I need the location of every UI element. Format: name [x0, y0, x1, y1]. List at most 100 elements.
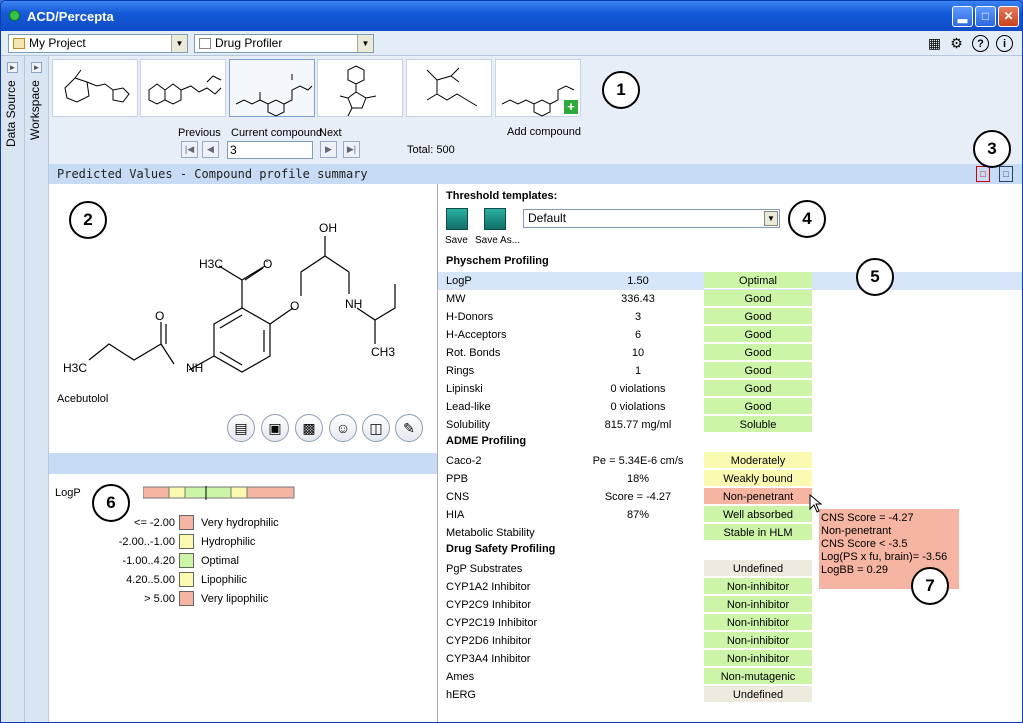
table-row[interactable]: MW 336.43 Good: [438, 290, 1022, 308]
row-value: Pe = 5.34E-6 cm/s: [592, 455, 684, 467]
row-value: 815.77 mg/ml: [604, 419, 672, 431]
open-folder-button[interactable]: ◫: [362, 414, 390, 442]
panel-divider: [49, 453, 437, 474]
molecule-thumbnail-icon: [148, 75, 222, 105]
pencil-button[interactable]: ✎: [395, 414, 423, 442]
chevron-down-icon[interactable]: ▼: [171, 35, 187, 52]
help-icon[interactable]: ?: [972, 35, 989, 52]
callout-4: 4: [788, 200, 826, 238]
table-row[interactable]: H-Donors 3 Good: [438, 308, 1022, 326]
project-select[interactable]: My Project ▼: [8, 34, 188, 53]
tab-data-source[interactable]: ► Data Source: [1, 56, 25, 722]
notebook-button[interactable]: ▩: [295, 414, 323, 442]
table-row[interactable]: CYP2C19 Inhibitor Non-inhibitor: [438, 614, 1022, 632]
compound-thumbnail[interactable]: [406, 59, 492, 117]
row-status-badge: Optimal: [704, 272, 812, 289]
table-row[interactable]: Rot. Bonds 10 Good: [438, 344, 1022, 362]
row-status-badge: Non-penetrant: [704, 488, 812, 505]
app-window: ACD/Percepta ▂ □ ✕ My Project ▼ Drug Pro…: [0, 0, 1023, 723]
save-icon[interactable]: [446, 208, 468, 230]
row-property: Lead-like: [446, 401, 491, 413]
row-property: MW: [446, 293, 466, 305]
compound-thumbnail[interactable]: [140, 59, 226, 117]
previous-label: Previous: [178, 127, 221, 139]
table-row[interactable]: Caco-2 Pe = 5.34E-6 cm/s Moderately permea…: [438, 452, 1022, 485]
legend-range: -2.00..-1.00: [118, 536, 175, 548]
row-value: 0 violations: [610, 383, 666, 395]
current-compound-label: Current compound: [231, 127, 323, 139]
row-property: CYP2C19 Inhibitor: [446, 617, 538, 629]
table-row[interactable]: hERG Undefined: [438, 686, 1022, 704]
expand-icon[interactable]: ►: [31, 62, 42, 73]
table-row[interactable]: H-Acceptors 6 Good: [438, 326, 1022, 344]
table-row[interactable]: Ames Non-mutagenic: [438, 668, 1022, 686]
table-row[interactable]: Solubility 815.77 mg/ml Soluble: [438, 416, 1022, 434]
info-icon[interactable]: i: [996, 35, 1013, 52]
row-status-badge: Non-inhibitor: [704, 632, 812, 649]
next-compound-button[interactable]: ▶: [320, 141, 337, 158]
last-compound-button[interactable]: ▶|: [343, 141, 360, 158]
compound-thumbnail-selected[interactable]: [229, 59, 315, 117]
compound-thumbnail[interactable]: [317, 59, 403, 117]
tab-workspace[interactable]: ► Workspace: [25, 56, 49, 722]
table-row[interactable]: Rings 1 Good: [438, 362, 1022, 380]
table-row[interactable]: CNS Score = -4.27 Non-penetrant: [438, 488, 1022, 506]
row-status-badge: Non-mutagenic: [704, 668, 812, 685]
copy-structure-button[interactable]: ▣: [261, 414, 289, 442]
current-compound-input[interactable]: 3: [227, 141, 313, 159]
template-select[interactable]: Default ▼: [523, 209, 780, 228]
grid-icon: [13, 38, 25, 49]
save-as-button[interactable]: Save As...: [475, 235, 520, 246]
row-property: Rings: [446, 365, 475, 377]
row-value: 10: [631, 347, 645, 359]
row-property: H-Donors: [446, 311, 494, 323]
save-button[interactable]: Save: [445, 235, 468, 246]
calculator-icon[interactable]: ▦: [926, 35, 943, 52]
table-row[interactable]: PPB 18% Weakly bound: [438, 470, 1022, 488]
row-status-badge: Stable in HLM: [704, 524, 812, 541]
row-value: 1.50: [627, 275, 649, 287]
section-safety-title: Drug Safety Profiling: [446, 543, 556, 555]
maximize-button[interactable]: □: [975, 6, 996, 27]
row-status-badge: Good: [704, 362, 812, 379]
section-title: Predicted Values - Compound profile summ…: [57, 167, 368, 181]
minimize-button[interactable]: ▂: [952, 6, 973, 27]
chevron-down-icon[interactable]: ▼: [357, 35, 373, 52]
paste-structure-button[interactable]: ▤: [227, 414, 255, 442]
table-row[interactable]: CYP2D6 Inhibitor Non-inhibitor: [438, 632, 1022, 650]
tab-workspace-label: Workspace: [28, 80, 42, 140]
pdf-export-icon[interactable]: □: [976, 166, 990, 182]
tooltip-line: CNS Score < -3.5: [821, 538, 908, 550]
callout-7: 7: [911, 567, 949, 605]
tooltip-line: Non-penetrant: [821, 525, 892, 537]
plus-icon[interactable]: +: [564, 100, 578, 114]
save-as-icon[interactable]: [484, 208, 506, 230]
legend-swatch: [179, 572, 194, 587]
row-status-badge: Moderately permeable: [704, 452, 812, 485]
section-adme-title: ADME Profiling: [446, 435, 527, 447]
atom-label: NH: [186, 361, 203, 375]
table-row[interactable]: Lipinski 0 violations Good: [438, 380, 1022, 398]
tooltip-line: CNS Score = -4.27: [821, 512, 914, 524]
add-compound-thumbnail[interactable]: +: [495, 59, 581, 117]
module-select[interactable]: Drug Profiler ▼: [194, 34, 374, 53]
compound-thumbnail[interactable]: [52, 59, 138, 117]
table-row[interactable]: LogP 1.50 Optimal: [438, 272, 1022, 290]
window-title: ACD/Percepta: [27, 9, 114, 24]
table-row[interactable]: Lead-like 0 violations Good: [438, 398, 1022, 416]
expand-icon[interactable]: ►: [7, 62, 18, 73]
legend-range: -1.00..4.20: [122, 555, 175, 567]
chevron-down-icon[interactable]: ▼: [764, 211, 778, 226]
atom-label: H3C: [199, 257, 223, 271]
gear-icon[interactable]: ⚙: [948, 35, 965, 52]
row-value: 6: [634, 329, 642, 341]
copy-icon[interactable]: □: [999, 166, 1013, 182]
first-compound-button[interactable]: |◀: [181, 141, 198, 158]
table-row[interactable]: CYP3A4 Inhibitor Non-inhibitor: [438, 650, 1022, 668]
row-value: 0 violations: [610, 401, 666, 413]
close-button[interactable]: ✕: [998, 6, 1019, 27]
row-property: Solubility: [446, 419, 491, 431]
smiley-button[interactable]: ☺: [329, 414, 357, 442]
previous-compound-button[interactable]: ◀: [202, 141, 219, 158]
legend-label: Very lipophilic: [201, 593, 269, 605]
